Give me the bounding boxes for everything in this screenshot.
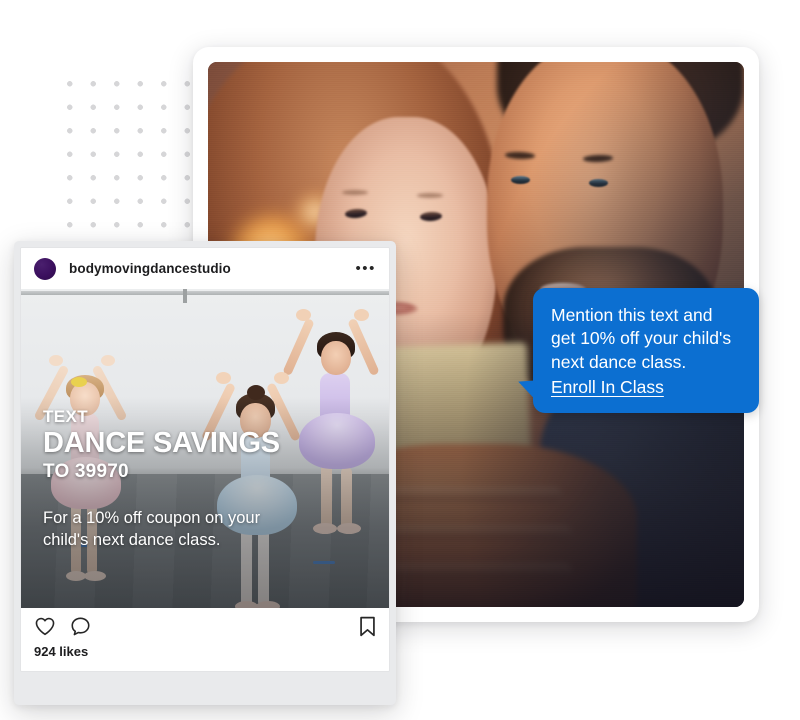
bookmark-icon[interactable] <box>359 616 376 637</box>
likes-count: 924 likes <box>21 644 389 671</box>
instagram-post-header: bodymovingdancestudio ••• <box>21 248 389 289</box>
dancer2-hand-left <box>216 372 231 384</box>
barre-bracket <box>182 289 187 303</box>
enroll-in-class-link[interactable]: Enroll In Class <box>551 376 664 399</box>
dancer3-hand-left <box>296 309 311 321</box>
dancer3-hand-right <box>354 309 369 321</box>
dancer1-hair-bow <box>71 377 87 387</box>
instagram-action-bar <box>21 608 389 644</box>
promo-subtext-line-1: For a 10% off coupon on your <box>43 509 261 527</box>
bubble-line-2: get 10% off your child's <box>551 328 732 349</box>
instagram-post-card: bodymovingdancestudio ••• TEXT DANCE SAV… <box>14 241 396 705</box>
more-options-icon[interactable]: ••• <box>355 261 376 276</box>
comment-icon[interactable] <box>70 616 91 637</box>
dancer1-hand-left <box>49 355 63 366</box>
speech-bubble-tail <box>518 380 538 404</box>
promo-shortcode: TO 39970 <box>43 461 129 482</box>
promo-subtext: For a 10% off coupon on your child's nex… <box>43 508 371 552</box>
speech-bubble: Mention this text and get 10% off your c… <box>518 288 759 414</box>
bubble-line-1: Mention this text and <box>551 305 713 325</box>
ballet-barre <box>21 291 389 295</box>
instagram-post-image: TEXT DANCE SAVINGS TO 39970 For a 10% of… <box>21 289 389 608</box>
promo-eyebrow: TEXT <box>43 407 89 426</box>
avatar[interactable] <box>34 257 56 280</box>
dancer2-hand-right <box>274 372 289 384</box>
instagram-post-inner: bodymovingdancestudio ••• TEXT DANCE SAV… <box>20 247 390 672</box>
heart-icon[interactable] <box>34 616 56 636</box>
promo-overlay: TEXT DANCE SAVINGS TO 39970 For a 10% of… <box>43 407 371 552</box>
promo-subtext-line-2: child's next dance class. <box>43 530 221 549</box>
account-username[interactable]: bodymovingdancestudio <box>69 261 231 276</box>
dancer1-hand-right <box>101 355 115 366</box>
promo-headline: DANCE SAVINGS <box>43 426 280 459</box>
bubble-line-3: next dance class. <box>551 351 687 372</box>
dancer3-head <box>321 341 351 375</box>
